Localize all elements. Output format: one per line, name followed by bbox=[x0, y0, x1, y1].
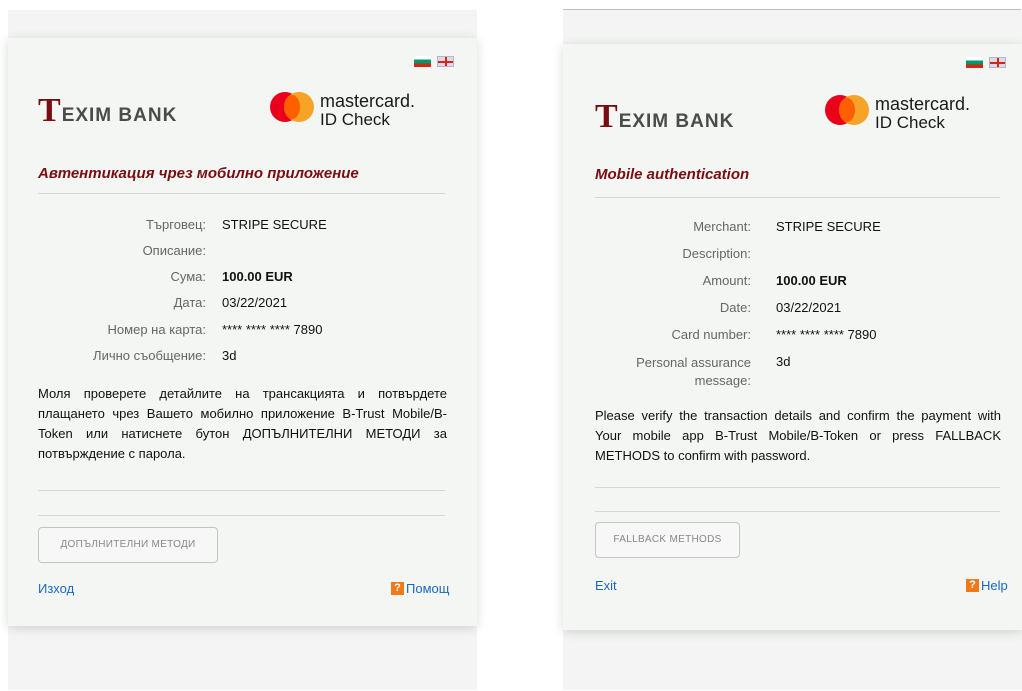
field-label: Лично съобщение: bbox=[93, 348, 206, 363]
field-row-date: Date: 03/22/2021 bbox=[595, 300, 841, 315]
instruction-message: Please verify the transaction details an… bbox=[595, 408, 1001, 463]
page-title: Mobile authentication bbox=[595, 166, 750, 183]
instruction-message: Моля проверете детайлите на трансакцията… bbox=[38, 386, 447, 461]
actions-divider bbox=[38, 515, 445, 516]
texim-logo-letter: T bbox=[595, 98, 618, 135]
field-label: Дата: bbox=[173, 295, 206, 310]
left-auth-card: T EXIM BANK mastercard. ID Check Автенти… bbox=[8, 38, 477, 626]
mastercard-logo-icon bbox=[270, 92, 314, 122]
field-label: Описание: bbox=[142, 243, 206, 258]
mastercard-logo-icon bbox=[825, 95, 869, 125]
field-label: Description: bbox=[682, 246, 751, 261]
field-label: Date: bbox=[719, 300, 751, 315]
right-auth-card: T EXIM BANK mastercard. ID Check Mobile … bbox=[563, 44, 1022, 630]
texim-logo-text: EXIM BANK bbox=[618, 111, 735, 132]
uk-flag-icon[interactable] bbox=[989, 57, 1006, 68]
field-row-description: Описание: bbox=[38, 243, 222, 258]
texim-logo-text: EXIM BANK bbox=[61, 105, 178, 126]
bulgarian-flag-icon[interactable] bbox=[966, 57, 983, 68]
field-row-personal-message: Лично съобщение: 3d bbox=[38, 348, 236, 363]
help-icon[interactable]: ? bbox=[391, 582, 404, 595]
exit-link[interactable]: Изход bbox=[38, 581, 74, 596]
field-value: 03/22/2021 bbox=[222, 295, 288, 310]
mastercard-text: mastercard. bbox=[320, 91, 416, 111]
field-label: Сума: bbox=[170, 269, 206, 284]
help-link[interactable]: ? Помощ bbox=[391, 581, 449, 596]
field-row-description: Description: bbox=[595, 246, 776, 261]
field-label: Merchant: bbox=[693, 219, 751, 234]
field-row-amount: Сума: 100.00 EUR bbox=[38, 269, 293, 284]
mastercard-id-check-logo: mastercard. ID Check bbox=[825, 95, 970, 131]
field-row-amount: Amount: 100.00 EUR bbox=[595, 273, 847, 288]
field-value: STRIPE SECURE bbox=[776, 219, 881, 234]
language-switcher bbox=[414, 56, 454, 67]
fallback-methods-button[interactable]: FALLBACK METHODS bbox=[595, 522, 740, 558]
field-label: Номер на карта: bbox=[107, 322, 206, 337]
field-row-card-number: Card number: **** **** **** 7890 bbox=[595, 327, 877, 342]
help-icon[interactable]: ? bbox=[966, 579, 979, 592]
field-row-merchant: Merchant: STRIPE SECURE bbox=[595, 219, 881, 234]
field-value: **** **** **** 7890 bbox=[776, 327, 877, 342]
field-value: **** **** **** 7890 bbox=[222, 322, 323, 337]
texim-bank-logo: T EXIM BANK bbox=[595, 100, 734, 134]
actions-divider bbox=[595, 511, 1000, 512]
message-divider bbox=[38, 490, 445, 491]
field-value: 100.00 EUR bbox=[222, 269, 293, 284]
mastercard-text: mastercard. bbox=[875, 94, 971, 114]
texim-bank-logo: T EXIM BANK bbox=[38, 94, 177, 128]
field-value: 03/22/2021 bbox=[776, 300, 842, 315]
mastercard-id-check-logo: mastercard. ID Check bbox=[270, 92, 415, 128]
id-check-text: ID Check bbox=[320, 110, 390, 129]
uk-flag-icon[interactable] bbox=[437, 56, 454, 67]
field-label: Amount: bbox=[702, 273, 751, 288]
id-check-text: ID Check bbox=[875, 113, 945, 132]
exit-link[interactable]: Exit bbox=[595, 578, 617, 593]
page-title: Автентикация чрез мобилно приложение bbox=[38, 165, 359, 182]
help-link[interactable]: ? Help bbox=[966, 578, 1008, 593]
help-label[interactable]: Help bbox=[981, 578, 1008, 593]
title-divider bbox=[595, 197, 1000, 198]
field-label: Personal assurance message: bbox=[636, 355, 751, 388]
field-value: 3d bbox=[222, 348, 237, 363]
field-row-merchant: Търговец: STRIPE SECURE bbox=[38, 217, 327, 232]
field-label: Card number: bbox=[671, 327, 751, 342]
help-label[interactable]: Помощ bbox=[406, 581, 449, 596]
field-row-card-number: Номер на карта: **** **** **** 7890 bbox=[38, 322, 323, 337]
field-value: 100.00 EUR bbox=[776, 273, 847, 288]
field-value: 3d bbox=[776, 354, 791, 369]
field-row-date: Дата: 03/22/2021 bbox=[38, 295, 287, 310]
bulgarian-flag-icon[interactable] bbox=[414, 56, 431, 67]
field-label: Търговец: bbox=[145, 217, 206, 232]
message-divider bbox=[595, 487, 1000, 488]
field-value: STRIPE SECURE bbox=[222, 217, 327, 232]
field-row-personal-message: Personal assurance message: 3d bbox=[595, 354, 790, 390]
texim-logo-letter: T bbox=[38, 92, 61, 129]
fallback-methods-button[interactable]: ДОПЪЛНИТЕЛНИ МЕТОДИ bbox=[38, 527, 218, 563]
title-divider bbox=[38, 193, 445, 194]
language-switcher bbox=[966, 57, 1006, 68]
